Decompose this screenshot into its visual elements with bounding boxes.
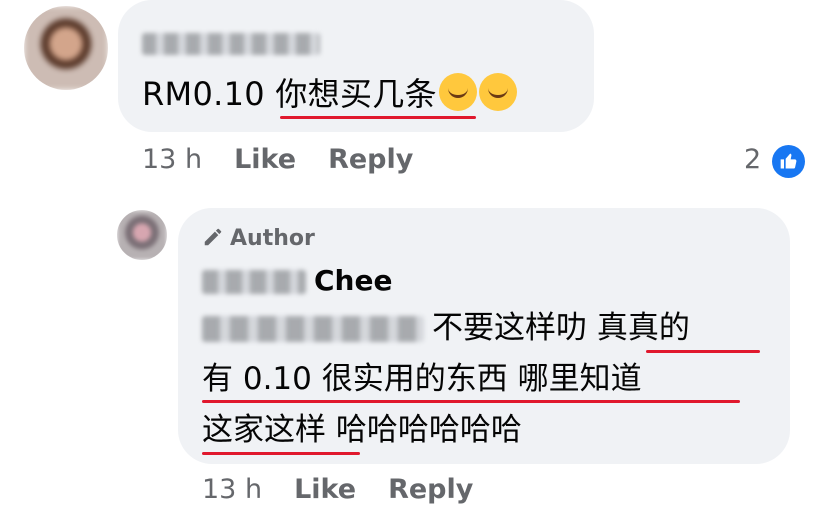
reply-actions: 13 h Like Reply	[202, 474, 505, 505]
like-button[interactable]: Like	[234, 144, 296, 175]
comment-actions: 13 h Like Reply	[142, 144, 445, 175]
reply-text-line-2: 有 0.10 很实用的东西 哪里知道	[202, 361, 642, 397]
author-badge-label: Author	[230, 226, 315, 251]
reply-timestamp[interactable]: 13 h	[202, 474, 262, 505]
thumbs-up-icon[interactable]	[772, 145, 805, 178]
author-badge: Author	[202, 226, 315, 251]
mentioned-user-redacted[interactable]	[202, 316, 424, 342]
red-underline	[202, 400, 740, 403]
reaction-count[interactable]: 2	[744, 144, 761, 175]
author-avatar[interactable]	[117, 210, 167, 260]
red-underline	[646, 350, 760, 353]
pencil-icon	[204, 228, 222, 246]
red-underline	[280, 116, 476, 119]
reply-button[interactable]: Reply	[328, 144, 413, 175]
reply-text-line-1: 不要这样叻 真真的	[432, 310, 690, 346]
comment-text-content: RM0.10 你想买几条	[142, 75, 437, 113]
author-name-redacted[interactable]	[202, 270, 306, 294]
rolling-on-floor-laughing-icon	[438, 73, 477, 111]
author-name[interactable]: Chee	[314, 264, 392, 297]
commenter-name-redacted[interactable]	[142, 33, 320, 55]
comment-text: RM0.10 你想买几条	[142, 72, 517, 116]
commenter-avatar[interactable]	[24, 6, 108, 90]
face-with-hand-over-mouth-icon	[478, 73, 517, 111]
reply-text-line-3: 这家这样 哈哈哈哈哈哈	[202, 412, 522, 448]
comment-timestamp[interactable]: 13 h	[142, 144, 202, 175]
red-underline	[202, 452, 360, 455]
like-button[interactable]: Like	[294, 474, 356, 505]
reply-button[interactable]: Reply	[388, 474, 473, 505]
